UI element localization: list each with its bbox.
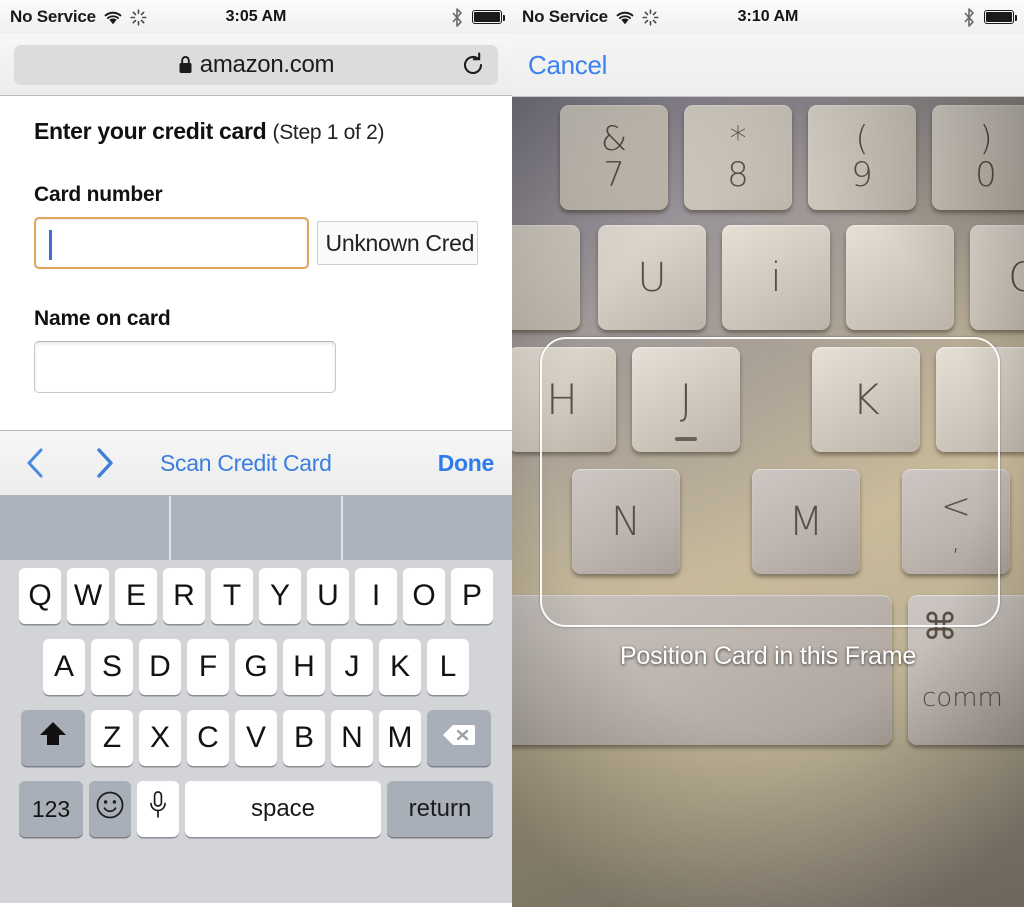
- reload-icon[interactable]: [460, 52, 486, 78]
- key-f[interactable]: F: [187, 639, 229, 695]
- return-key[interactable]: return: [387, 781, 493, 837]
- key-w[interactable]: W: [67, 568, 109, 624]
- card-scan-frame: [540, 337, 1000, 627]
- predictive-text-bar: [0, 496, 512, 560]
- key-o[interactable]: O: [403, 568, 445, 624]
- key-h[interactable]: H: [283, 639, 325, 695]
- name-on-card-input[interactable]: [34, 341, 336, 393]
- battery-full-icon: [472, 10, 506, 24]
- keyboard-accessory-bar: Scan Credit Card Done: [0, 430, 512, 496]
- numbers-key[interactable]: 123: [19, 781, 83, 837]
- key-i[interactable]: I: [355, 568, 397, 624]
- card-number-input[interactable]: [34, 217, 309, 269]
- dictation-key[interactable]: [137, 781, 179, 837]
- scan-instruction-label: Position Card in this Frame: [619, 642, 917, 670]
- key-s[interactable]: S: [91, 639, 133, 695]
- key-e[interactable]: E: [115, 568, 157, 624]
- key-b[interactable]: B: [283, 710, 325, 766]
- shift-arrow-icon: [38, 720, 68, 756]
- emoji-key[interactable]: [89, 781, 131, 837]
- lock-icon: [178, 55, 193, 74]
- key-n[interactable]: N: [331, 710, 373, 766]
- key-m[interactable]: M: [379, 710, 421, 766]
- dual-screenshot-composite: No Service 3:05 AM amazon.com Enter your…: [0, 0, 1024, 907]
- status-bar-right: No Service 3:10 AM: [512, 0, 1024, 34]
- key-r[interactable]: R: [163, 568, 205, 624]
- carrier-label: No Service: [10, 7, 96, 26]
- scan-credit-card-button[interactable]: Scan Credit Card: [160, 450, 332, 477]
- bluetooth-icon: [451, 7, 463, 27]
- page-title: Enter your credit card (Step 1 of 2): [34, 118, 478, 145]
- carrier-label: No Service: [522, 7, 608, 26]
- done-button[interactable]: Done: [438, 450, 495, 477]
- webpage-content: Enter your credit card (Step 1 of 2) Car…: [0, 96, 512, 430]
- activity-spinner-icon: [130, 8, 147, 26]
- on-screen-keyboard: QWERTYUIOP ASDFGHJKL ZXCVBNM 123 space r…: [0, 560, 512, 903]
- prediction-slot[interactable]: [171, 496, 343, 560]
- key-y[interactable]: Y: [259, 568, 301, 624]
- name-on-card-label: Name on card: [34, 307, 171, 330]
- activity-spinner-icon: [642, 8, 659, 26]
- name-on-card-row: [34, 341, 478, 393]
- backspace-icon: [442, 721, 476, 755]
- key-g[interactable]: G: [235, 639, 277, 695]
- card-type-indicator: Unknown Cred: [316, 221, 478, 265]
- camera-viewfinder: &7 *8 (9 )0 U i O H J K N M <,: [512, 97, 1024, 907]
- key-d[interactable]: D: [139, 639, 181, 695]
- key-x[interactable]: X: [139, 710, 181, 766]
- card-scanner-panel: No Service 3:10 AM Cancel Position Card …: [512, 0, 1024, 907]
- wifi-icon: [615, 10, 635, 25]
- page-title-step: (Step 1 of 2): [272, 121, 385, 144]
- wifi-icon: [103, 10, 123, 25]
- battery-full-icon: [984, 10, 1018, 24]
- page-title-main: Enter your credit card: [34, 118, 267, 144]
- key-v[interactable]: V: [235, 710, 277, 766]
- keyboard-row-4: 123 space return: [3, 781, 509, 837]
- url-text: amazon.com: [199, 50, 335, 78]
- card-number-row: Unknown Cred: [34, 217, 478, 269]
- safari-url-bar: amazon.com: [0, 34, 512, 96]
- cancel-button[interactable]: Cancel: [528, 50, 607, 81]
- card-number-label: Card number: [34, 183, 163, 206]
- chevron-left-icon[interactable]: [18, 446, 52, 480]
- prediction-slot[interactable]: [0, 496, 172, 560]
- shift-key[interactable]: [21, 710, 85, 766]
- key-c[interactable]: C: [187, 710, 229, 766]
- key-p[interactable]: P: [451, 568, 493, 624]
- text-caret: [49, 230, 52, 260]
- key-q[interactable]: Q: [19, 568, 61, 624]
- keyboard-row-1: QWERTYUIOP: [3, 568, 509, 624]
- status-bar-left-group: No Service: [10, 7, 147, 27]
- status-bar-right-group: [963, 7, 1018, 27]
- microphone-icon: [148, 790, 168, 828]
- scanner-nav-bar: Cancel: [512, 34, 1024, 97]
- emoji-smiley-icon: [95, 790, 125, 828]
- key-a[interactable]: A: [43, 639, 85, 695]
- status-bar-left-group: No Service: [522, 7, 659, 27]
- key-j[interactable]: J: [331, 639, 373, 695]
- prediction-slot[interactable]: [343, 496, 512, 560]
- key-l[interactable]: L: [427, 639, 469, 695]
- space-key[interactable]: space: [185, 781, 381, 837]
- safari-browser-panel: No Service 3:05 AM amazon.com Enter your…: [0, 0, 512, 907]
- key-u[interactable]: U: [307, 568, 349, 624]
- address-field[interactable]: amazon.com: [14, 44, 498, 85]
- bluetooth-icon: [963, 7, 975, 27]
- keyboard-row-3: ZXCVBNM: [3, 710, 509, 766]
- status-bar-left: No Service 3:05 AM: [0, 0, 512, 34]
- delete-key[interactable]: [427, 710, 491, 766]
- key-z[interactable]: Z: [91, 710, 133, 766]
- status-bar-right-group: [451, 7, 506, 27]
- chevron-right-icon[interactable]: [88, 446, 122, 480]
- key-k[interactable]: K: [379, 639, 421, 695]
- key-t[interactable]: T: [211, 568, 253, 624]
- keyboard-row-2: ASDFGHJKL: [3, 639, 509, 695]
